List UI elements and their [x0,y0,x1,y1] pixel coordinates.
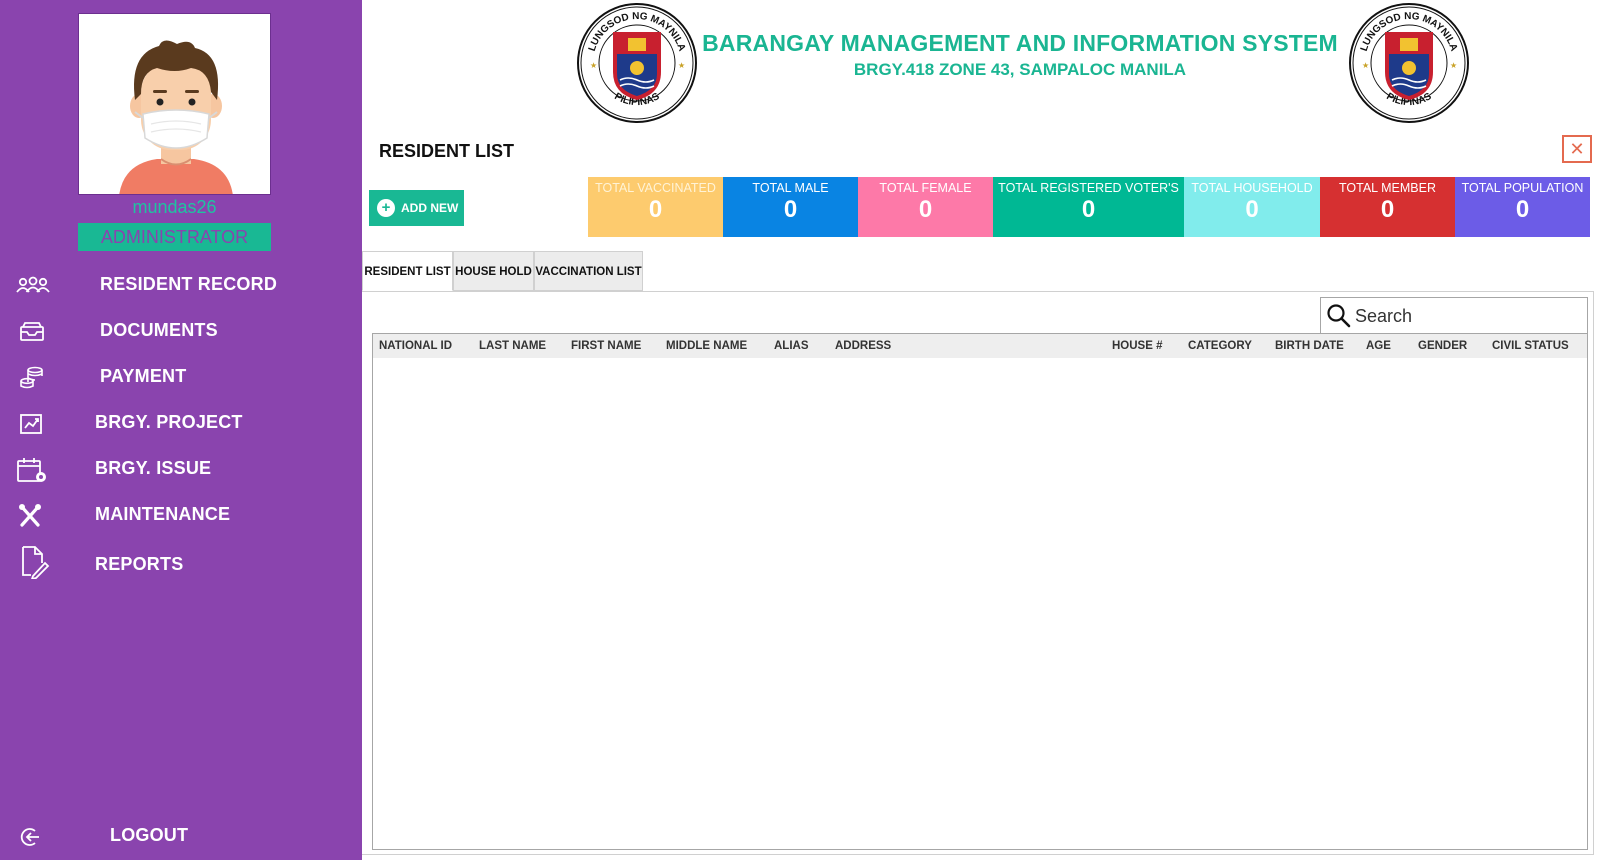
nav-brgy-issue-label: BRGY. ISSUE [95,458,212,478]
nav-resident-record[interactable]: RESIDENT RECORD [0,265,362,305]
app-window: mundas26 ADMINISTRATOR RESIDENT RECORD D… [0,0,1600,860]
tab-vaccination-list[interactable]: VACCINATION LIST [534,251,643,291]
svg-text:★: ★ [678,61,685,70]
system-title: BARANGAY MANAGEMENT AND INFORMATION SYST… [702,30,1338,56]
stat-label: TOTAL FEMALE [879,181,972,195]
edit-document-icon [22,546,50,579]
nav-brgy-project[interactable]: BRGY. PROJECT [0,403,362,443]
stat-card-male: TOTAL MALE 0 [723,177,858,237]
search-icon [1327,304,1351,328]
stat-label: TOTAL POPULATION [1461,181,1584,195]
resident-table[interactable]: NATIONAL ID LAST NAME FIRST NAME MIDDLE … [372,333,1588,850]
tab-household[interactable]: HOUSE HOLD [453,251,534,291]
logout-label: LOGOUT [110,825,189,845]
avatar [78,13,271,195]
stat-value: 0 [783,196,798,223]
tab-resident-list[interactable]: RESIDENT LIST [362,251,453,291]
stat-card-female: TOTAL FEMALE 0 [858,177,993,237]
stat-label: TOTAL HOUSEHOLD [1191,181,1313,195]
column-first-name[interactable]: FIRST NAME [571,340,641,352]
tools-icon [19,504,41,527]
city-seal-right: LUNGSOD NG MAYNILA PILIPINAS ★ ★ [1349,3,1469,123]
stat-value: 0 [648,196,663,223]
svg-text:★: ★ [1362,61,1369,70]
column-last-name[interactable]: LAST NAME [479,340,546,352]
stat-label: TOTAL MALE [752,181,829,195]
stat-value: 0 [918,196,933,223]
column-address[interactable]: ADDRESS [835,340,891,352]
nav-reports[interactable]: REPORTS [0,541,362,581]
plus-icon: + [377,199,395,217]
stat-label: TOTAL REGISTERED VOTER'S [998,181,1179,195]
stat-card-vaccinated: TOTAL VACCINATED 0 [588,177,723,237]
close-button[interactable]: ✕ [1562,135,1592,163]
username: mundas26 [132,197,217,217]
stat-value: 0 [1380,196,1395,223]
search-input[interactable] [1355,303,1581,329]
add-new-label: ADD NEW [401,201,459,215]
nav-resident-record-label: RESIDENT RECORD [100,274,278,294]
column-category[interactable]: CATEGORY [1188,340,1252,352]
role-badge: ADMINISTRATOR [78,223,271,251]
chart-icon [20,414,42,434]
nav-payment[interactable]: PAYMENT [0,357,362,397]
city-seal-left: LUNGSOD NG MAYNILA PILIPINAS ★ ★ [577,3,697,123]
logout-icon [20,828,39,846]
column-national-id[interactable]: NATIONAL ID [379,340,452,352]
search-box[interactable] [1320,297,1588,334]
stat-label: TOTAL VACCINATED [595,181,716,195]
table-header: NATIONAL ID LAST NAME FIRST NAME MIDDLE … [373,334,1587,358]
nav-documents[interactable]: DOCUMENTS [0,311,362,351]
stat-card-registered-voters: TOTAL REGISTERED VOTER'S 0 [993,177,1184,237]
stat-value: 0 [1515,196,1530,223]
stat-label: TOTAL MEMBER [1338,181,1436,195]
stat-card-population: TOTAL POPULATION 0 [1455,177,1590,237]
svg-text:★: ★ [1450,61,1457,70]
people-icon [16,276,50,293]
nav-brgy-issue[interactable]: BRGY. ISSUE [0,449,362,489]
nav-maintenance-label: MAINTENANCE [95,504,231,524]
column-gender[interactable]: GENDER [1418,340,1467,352]
stat-value: 0 [1245,196,1259,223]
column-house-number[interactable]: HOUSE # [1112,340,1163,352]
column-civil-status[interactable]: CIVIL STATUS [1492,340,1569,352]
column-middle-name[interactable]: MIDDLE NAME [666,340,747,352]
svg-text:★: ★ [590,61,597,70]
column-alias[interactable]: ALIAS [774,340,809,352]
page-title: RESIDENT LIST [379,141,515,161]
sidebar: mundas26 ADMINISTRATOR RESIDENT RECORD D… [0,0,362,860]
nav-brgy-project-label: BRGY. PROJECT [95,412,243,432]
column-age[interactable]: AGE [1366,340,1391,352]
stat-card-household: TOTAL HOUSEHOLD 0 [1184,177,1320,237]
stat-card-member: TOTAL MEMBER 0 [1320,177,1455,237]
column-birth-date[interactable]: BIRTH DATE [1275,340,1344,352]
nav-maintenance[interactable]: MAINTENANCE [0,495,362,535]
system-subtitle: BRGY.418 ZONE 43, SAMPALOC MANILA [853,60,1187,79]
calendar-gear-icon [17,458,46,482]
coins-icon [20,366,43,389]
nav-documents-label: DOCUMENTS [100,320,218,340]
stat-value: 0 [1081,196,1096,223]
nav-payment-label: PAYMENT [100,366,187,386]
inbox-tray-icon [20,322,44,341]
add-new-button[interactable]: + ADD NEW [369,190,464,226]
nav-reports-label: REPORTS [95,554,184,574]
logout-button[interactable]: LOGOUT [0,818,362,858]
